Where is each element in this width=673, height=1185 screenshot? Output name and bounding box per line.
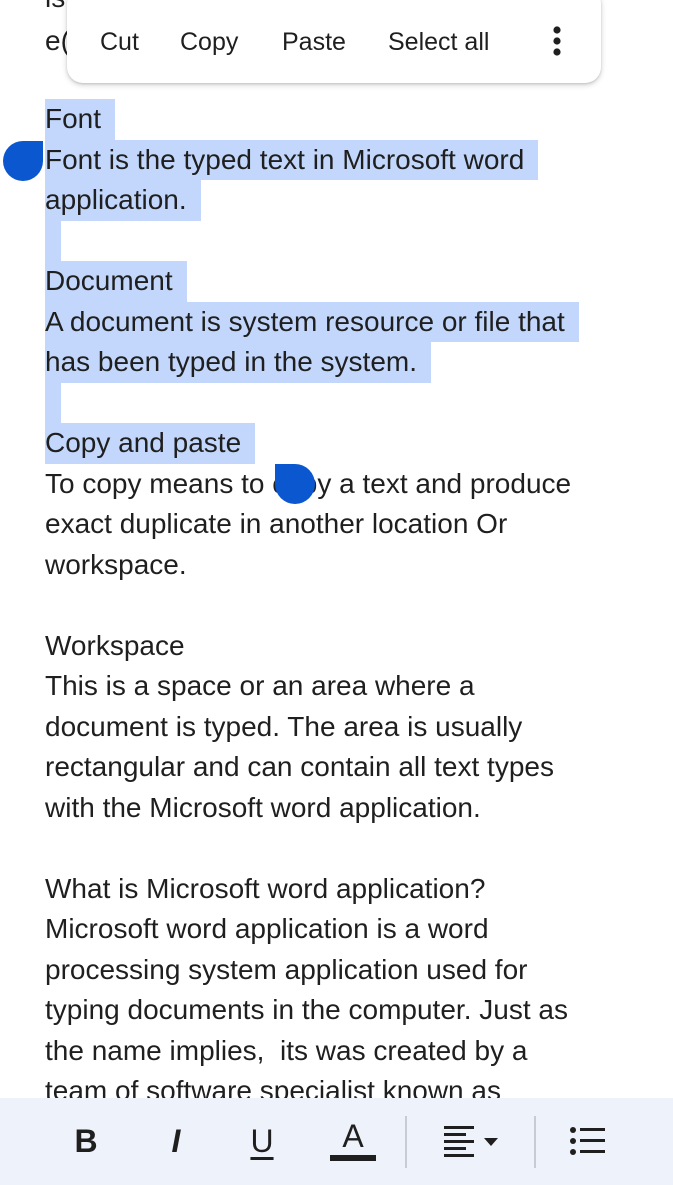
paste-button[interactable]: Paste — [282, 28, 346, 57]
bulleted-list-button[interactable] — [566, 1116, 610, 1166]
align-left-icon — [444, 1126, 498, 1157]
cut-button[interactable]: Cut — [100, 28, 139, 57]
selection-start-handle[interactable] — [3, 141, 43, 181]
align-button[interactable] — [440, 1116, 510, 1166]
partial-top-text: is — [45, 0, 65, 19]
paragraph-line[interactable]: document is typed. The area is usually — [45, 707, 522, 748]
italic-icon: I — [171, 1123, 181, 1159]
heading-workspace[interactable]: Workspace — [45, 626, 185, 667]
underline-button[interactable]: U — [242, 1116, 282, 1166]
heading-document[interactable]: Document — [45, 261, 187, 302]
text-color-icon: A — [342, 1118, 364, 1154]
underline-icon: U — [250, 1123, 274, 1159]
heading-copy-and-paste[interactable]: Copy and paste — [45, 423, 256, 464]
selection-end-handle[interactable] — [275, 464, 315, 504]
paragraph-line[interactable]: processing system application used for — [45, 950, 527, 991]
heading-font[interactable]: Font — [45, 99, 116, 140]
italic-button[interactable]: I — [156, 1116, 196, 1166]
formatting-toolbar: B I U A — [0, 1098, 673, 1185]
bold-button[interactable]: B — [66, 1116, 106, 1166]
text-selection-menu: Cut Copy Paste Select all — [67, 0, 601, 83]
paragraph-line[interactable]: rectangular and can contain all text typ… — [45, 747, 554, 788]
docs-editor-screen: is e( Font Font is the typed text in Mic… — [0, 0, 673, 1185]
text-color-button[interactable]: A — [328, 1116, 378, 1166]
document-body[interactable]: is e( Font Font is the typed text in Mic… — [0, 0, 673, 1098]
more-vert-icon[interactable] — [545, 24, 569, 58]
select-all-button[interactable]: Select all — [388, 28, 489, 57]
copy-button[interactable]: Copy — [180, 28, 238, 57]
paragraph-line[interactable]: exact duplicate in another location Or — [45, 504, 507, 545]
toolbar-divider — [405, 1116, 407, 1168]
paragraph-line[interactable]: typing documents in the computer. Just a… — [45, 990, 568, 1031]
paragraph-line[interactable]: has been typed in the system. — [45, 342, 431, 383]
paragraph-line[interactable]: application. — [45, 180, 201, 221]
text-color-swatch — [330, 1155, 376, 1161]
paragraph-line[interactable]: team of software specialist known as — [45, 1071, 501, 1098]
bold-icon: B — [74, 1123, 98, 1159]
paragraph-line[interactable]: workspace. — [45, 545, 187, 586]
paragraph-line[interactable]: A document is system resource or file th… — [45, 301, 579, 342]
paragraph-line[interactable]: This is a space or an area where a — [45, 666, 475, 707]
paragraph-line[interactable]: the name implies, its was created by a — [45, 1031, 527, 1072]
empty-line[interactable] — [45, 382, 61, 423]
heading-what-is-word[interactable]: What is Microsoft word application? — [45, 869, 485, 910]
paragraph-line[interactable]: Font is the typed text in Microsoft word — [45, 139, 539, 180]
empty-line[interactable] — [45, 220, 61, 261]
paragraph-line[interactable]: Microsoft word application is a word — [45, 909, 489, 950]
bulleted-list-icon — [570, 1127, 605, 1155]
paragraph-line[interactable]: with the Microsoft word application. — [45, 788, 481, 829]
toolbar-divider — [534, 1116, 536, 1168]
